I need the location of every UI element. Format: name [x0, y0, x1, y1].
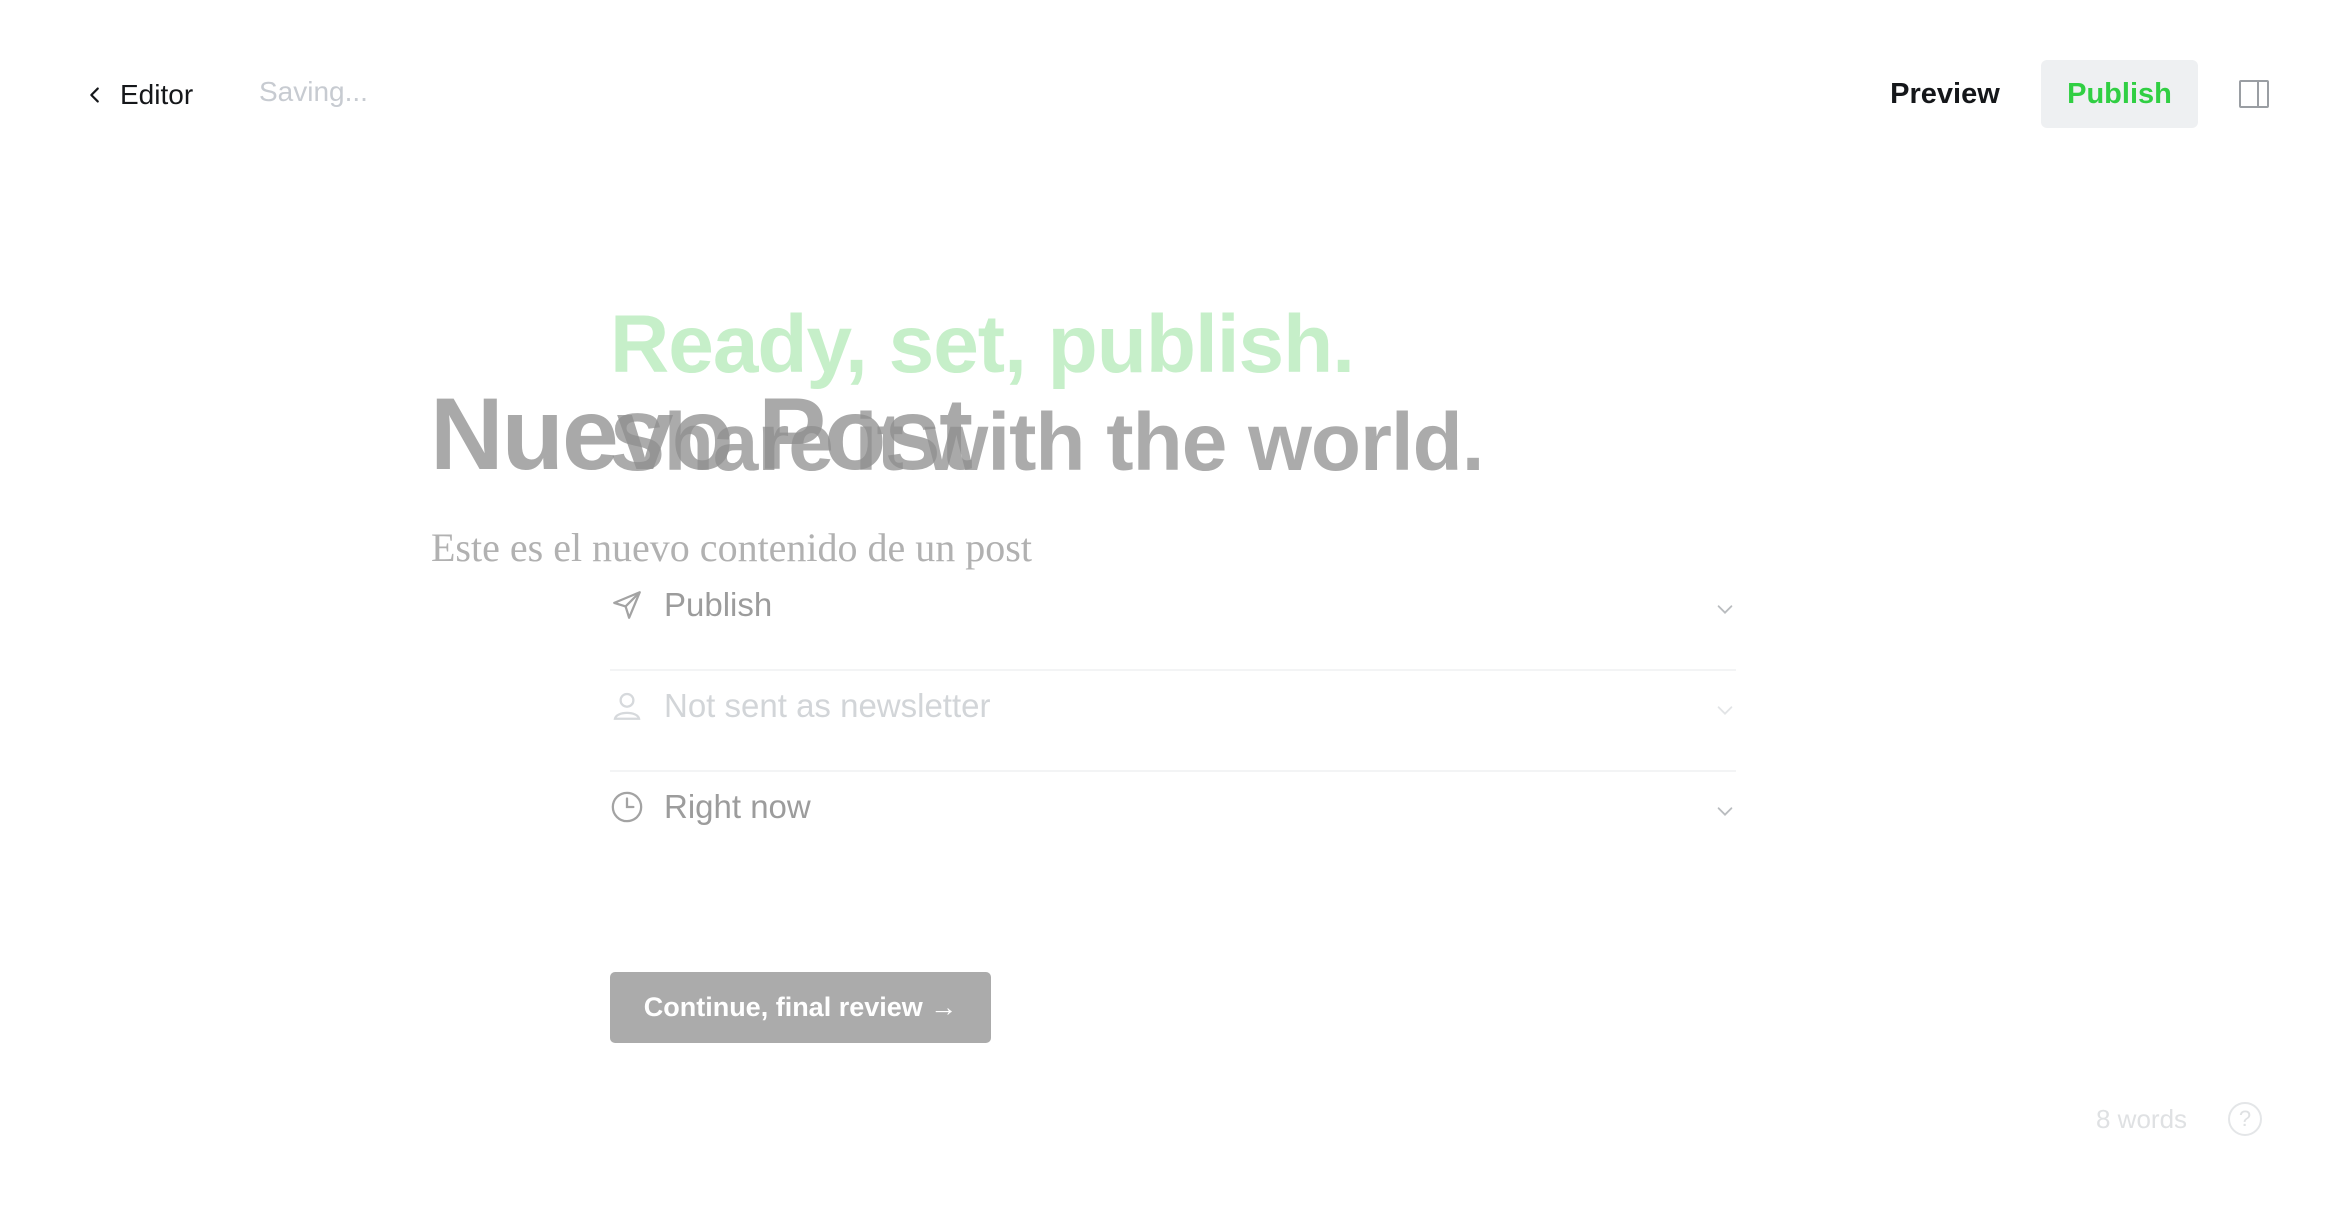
newsletter-setting[interactable]: Not sent as newsletter: [610, 671, 1736, 772]
question-mark-icon: ?: [2238, 1106, 2252, 1131]
publish-flow-heading-secondary: Share it with the world.: [610, 397, 1485, 488]
back-link-label: Editor: [120, 79, 194, 110]
help-button[interactable]: ?: [2228, 1102, 2262, 1136]
top-bar: Editor Saving... Preview Publish: [0, 0, 2336, 190]
clock-icon: [611, 791, 643, 823]
back-to-editor-link[interactable]: Editor: [84, 70, 193, 120]
chevron-left-icon: [90, 87, 99, 103]
publish-flow-heading-primary: Ready, set, publish.: [610, 299, 1355, 390]
continue-final-review-button[interactable]: Continue, final review →: [610, 972, 991, 1043]
chevron-down-icon: [1717, 807, 1733, 816]
publish-type-label: Publish: [664, 586, 773, 623]
schedule-setting[interactable]: Right now: [610, 772, 1736, 873]
word-count: 8 words: [2096, 1104, 2188, 1134]
save-status: Saving...: [259, 76, 368, 107]
post-body[interactable]: Este es el nuevo contenido de un post: [431, 524, 1032, 571]
user-icon: [613, 692, 641, 720]
publish-settings-list: Publish Not sent as newsletter Right now: [610, 570, 1736, 873]
newsletter-label: Not sent as newsletter: [664, 687, 991, 724]
publish-button[interactable]: Publish: [2041, 60, 2198, 128]
chevron-down-icon: [1717, 706, 1733, 715]
send-icon: [613, 591, 641, 619]
preview-button[interactable]: Preview: [1870, 60, 2020, 128]
schedule-label: Right now: [664, 788, 811, 825]
chevron-down-icon: [1717, 605, 1733, 614]
sidebar-toggle-icon[interactable]: [2238, 78, 2270, 110]
publish-type-setting[interactable]: Publish: [610, 570, 1736, 671]
